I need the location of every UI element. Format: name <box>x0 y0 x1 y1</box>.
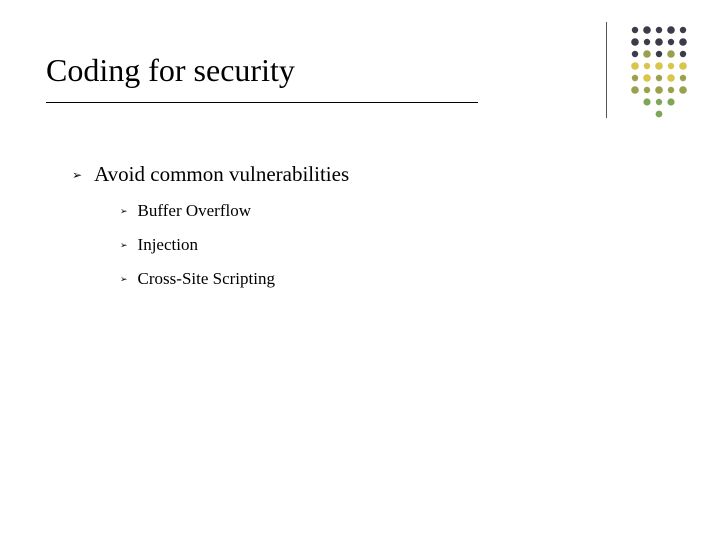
triangle-bullet-icon: ➢ <box>120 274 128 285</box>
slide-title: Coding for security <box>46 52 295 89</box>
decorative-dots <box>606 22 702 118</box>
triangle-bullet-icon: ➢ <box>120 240 128 251</box>
bullet-level-2: ➢ Cross-Site Scripting <box>120 269 349 289</box>
bullet-level-2: ➢ Buffer Overflow <box>120 201 349 221</box>
title-underline <box>46 102 478 103</box>
bullet-level-2: ➢ Injection <box>120 235 349 255</box>
triangle-bullet-icon: ➢ <box>120 206 128 217</box>
bullet-l1-text: Avoid common vulnerabilities <box>94 162 349 187</box>
bullet-level-1: ➢ Avoid common vulnerabilities <box>72 162 349 187</box>
bullet-l2-text: Buffer Overflow <box>138 201 251 221</box>
bullet-l2-text: Cross-Site Scripting <box>138 269 275 289</box>
triangle-bullet-icon: ➢ <box>72 168 82 183</box>
slide-body: ➢ Avoid common vulnerabilities ➢ Buffer … <box>72 162 349 303</box>
bullet-l2-text: Injection <box>138 235 198 255</box>
